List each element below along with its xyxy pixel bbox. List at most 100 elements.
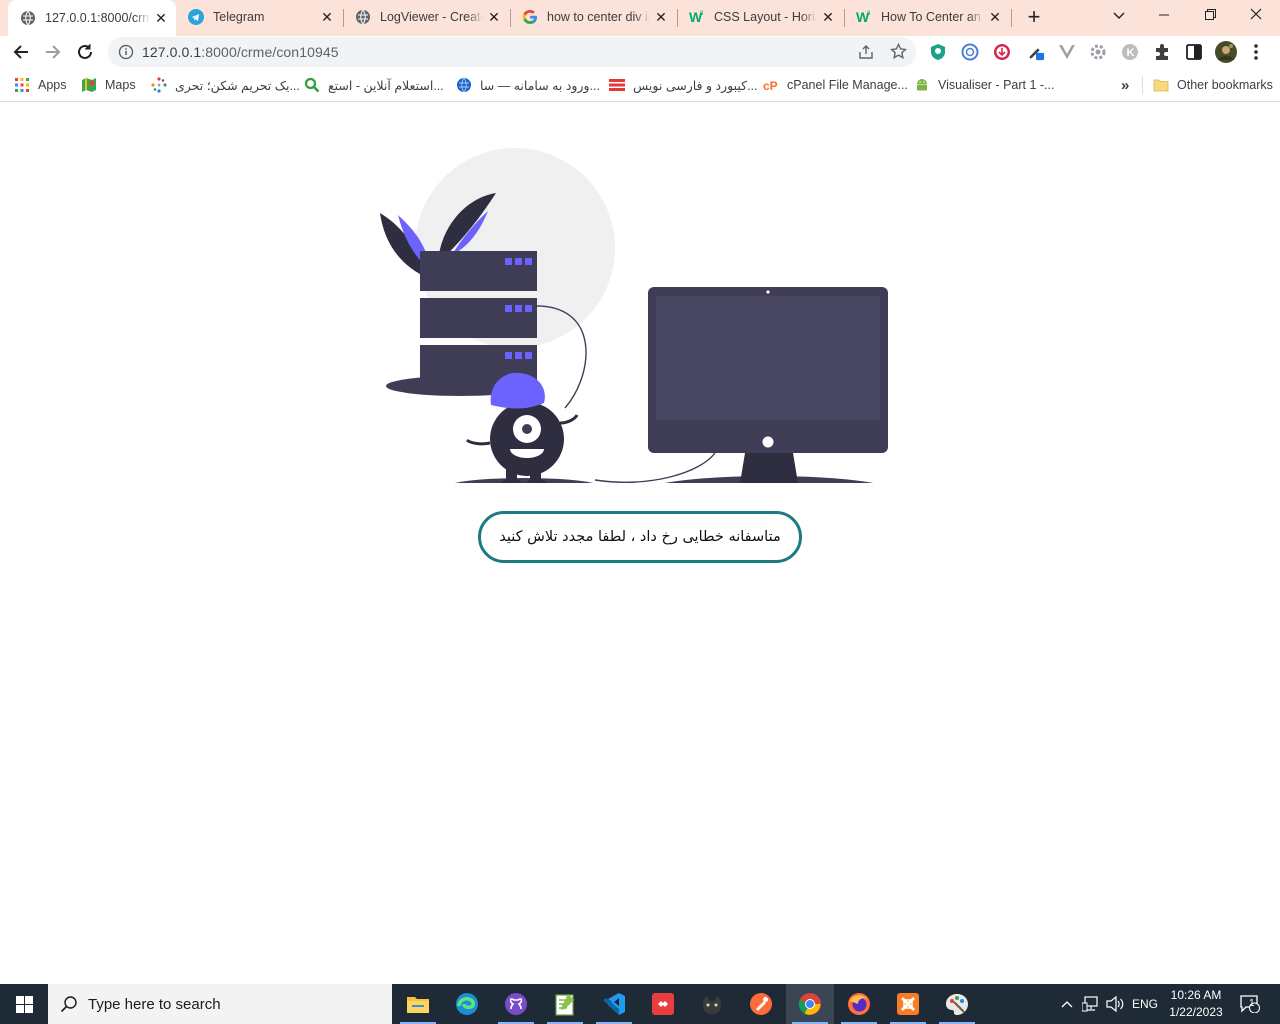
bookmark-label: cPanel File Manage... xyxy=(787,78,908,92)
firefox-icon[interactable] xyxy=(835,984,883,1024)
tab-search-button[interactable] xyxy=(1096,0,1142,30)
site-info-icon[interactable] xyxy=(118,44,134,65)
eyedropper-extension-icon[interactable] xyxy=(1027,43,1045,61)
anydesk-icon[interactable] xyxy=(639,984,687,1024)
postman-icon[interactable] xyxy=(737,984,785,1024)
tab-how-to-center[interactable]: W3 How To Center an I ✕ xyxy=(844,2,1010,32)
circle-extension-icon[interactable] xyxy=(961,43,979,61)
kebab-menu-icon[interactable] xyxy=(1247,43,1265,61)
terminal-cat-icon[interactable] xyxy=(688,984,736,1024)
file-explorer-icon[interactable] xyxy=(394,984,442,1024)
close-icon[interactable]: ✕ xyxy=(984,9,1006,26)
other-bookmarks-folder[interactable]: Other bookmarks xyxy=(1153,76,1273,94)
server-led xyxy=(515,305,522,312)
windows-icon xyxy=(15,995,33,1013)
arrow-right-icon xyxy=(46,45,61,59)
notification-count: 1 xyxy=(1249,998,1255,1009)
url-text: 127.0.0.1:8000/crme/con10945 xyxy=(142,44,339,60)
url-host: 127.0.0.1 xyxy=(142,44,202,60)
tab-css-layout[interactable]: W3 CSS Layout - Horizo ✕ xyxy=(677,2,843,32)
bookmark-star-icon[interactable] xyxy=(890,42,907,65)
share-icon[interactable] xyxy=(858,44,874,65)
bookmark-keyboard[interactable]: کیبورد و فارسی نویس... xyxy=(609,76,758,94)
arrow-left-icon xyxy=(13,45,28,59)
tab-title: Telegram xyxy=(213,10,265,24)
bookmark-login-system[interactable]: ورود به سامانه — سا... xyxy=(456,76,600,94)
edge-icon[interactable] xyxy=(443,984,491,1024)
new-tab-button[interactable]: + xyxy=(1022,6,1046,30)
gear-extension-icon[interactable] xyxy=(1089,43,1107,61)
address-bar[interactable]: 127.0.0.1:8000/crme/con10945 xyxy=(108,37,916,67)
bookmark-visualiser[interactable]: Visualiser - Part 1 -... xyxy=(914,76,1054,94)
server-led xyxy=(525,258,532,265)
side-panel-icon[interactable] xyxy=(1185,43,1203,61)
reload-button[interactable] xyxy=(72,39,98,65)
download-extension-icon[interactable] xyxy=(993,43,1011,61)
server-led xyxy=(505,352,512,359)
network-icon[interactable] xyxy=(1080,984,1102,1024)
svg-text:cP: cP xyxy=(763,79,778,91)
tab-telegram[interactable]: Telegram ✕ xyxy=(176,2,342,32)
browser-toolbar: 127.0.0.1:8000/crme/con10945 K xyxy=(0,36,1280,68)
bookmark-label: ورود به سامانه — سا... xyxy=(480,78,600,93)
shield-extension-icon[interactable] xyxy=(929,43,947,61)
puzzle-extensions-icon[interactable] xyxy=(1153,43,1171,61)
restore-button[interactable] xyxy=(1187,0,1233,30)
vscode-icon[interactable] xyxy=(590,984,638,1024)
bookmark-label: یک تحریم شکن؛ تحری... xyxy=(175,78,300,93)
tray-overflow-icon[interactable] xyxy=(1056,984,1078,1024)
avatar[interactable] xyxy=(1215,41,1237,63)
chrome-icon[interactable] xyxy=(786,984,834,1024)
notifications-button[interactable]: 1 xyxy=(1236,984,1264,1024)
close-icon[interactable]: ✕ xyxy=(483,9,505,26)
tab-google-search[interactable]: how to center div in ✕ xyxy=(510,2,676,32)
dots-icon xyxy=(151,77,167,93)
bookmark-vpn[interactable]: یک تحریم شکن؛ تحری... xyxy=(151,76,300,94)
server-led xyxy=(515,352,522,359)
bookmark-label: Apps xyxy=(38,78,67,92)
bookmark-cpanel[interactable]: cP cPanel File Manage... xyxy=(763,76,908,94)
page-content: متاسفانه خطایی رخ داد ، لطفا مجدد تلاش ک… xyxy=(0,103,1280,984)
tab-title: CSS Layout - Horizo xyxy=(714,10,817,24)
close-icon[interactable]: ✕ xyxy=(650,9,672,26)
volume-icon[interactable] xyxy=(1104,984,1126,1024)
close-icon[interactable]: ✕ xyxy=(817,9,839,26)
language-indicator[interactable]: ENG xyxy=(1128,984,1162,1024)
telegram-icon xyxy=(188,9,204,25)
tab-logviewer[interactable]: LogViewer - Create ✕ xyxy=(343,2,509,32)
w3schools-icon: W3 xyxy=(856,9,872,25)
minimize-icon xyxy=(1158,14,1169,16)
bookmark-maps[interactable]: Maps xyxy=(81,76,136,94)
bookmark-label: Visualiser - Part 1 -... xyxy=(938,78,1055,92)
tab-active[interactable]: 127.0.0.1:8000/crme ✕ xyxy=(8,0,176,36)
start-button[interactable] xyxy=(0,984,48,1024)
tab-strip: 127.0.0.1:8000/crme ✕ Telegram ✕ LogView… xyxy=(0,0,1280,36)
monitor-screen-inner xyxy=(656,296,880,420)
bookmark-label: استعلام آنلاین - استع... xyxy=(328,78,444,93)
bookmarks-overflow-button[interactable]: » xyxy=(1121,76,1129,94)
taskbar: Type here to search ENG 10:26 AM 1/22/20… xyxy=(0,984,1280,1024)
chevron-down-icon xyxy=(1113,12,1125,19)
github-desktop-icon[interactable] xyxy=(492,984,540,1024)
forward-button[interactable] xyxy=(40,39,66,65)
close-icon[interactable]: ✕ xyxy=(316,9,338,26)
back-button[interactable] xyxy=(8,39,34,65)
paint-icon[interactable] xyxy=(933,984,981,1024)
taskbar-search-input[interactable]: Type here to search xyxy=(48,984,392,1024)
bookmarks-divider xyxy=(1142,76,1143,94)
close-icon[interactable]: ✕ xyxy=(150,10,172,27)
globe-icon xyxy=(20,10,36,26)
xampp-icon[interactable] xyxy=(884,984,932,1024)
clock[interactable]: 10:26 AM 1/22/2023 xyxy=(1160,987,1232,1021)
bookmark-apps[interactable]: Apps xyxy=(14,76,67,94)
window-close-button[interactable] xyxy=(1233,0,1279,30)
monitor-stand xyxy=(740,453,798,483)
vue-extension-icon[interactable] xyxy=(1058,43,1076,61)
tab-title: How To Center an I xyxy=(881,10,984,24)
notepadpp-icon[interactable] xyxy=(541,984,589,1024)
k-extension-icon[interactable]: K xyxy=(1121,43,1139,61)
minimize-button[interactable] xyxy=(1141,0,1187,30)
maps-icon xyxy=(81,77,97,93)
bookmark-label: Maps xyxy=(105,78,136,92)
bookmark-online-inquiry[interactable]: استعلام آنلاین - استع... xyxy=(304,76,444,94)
